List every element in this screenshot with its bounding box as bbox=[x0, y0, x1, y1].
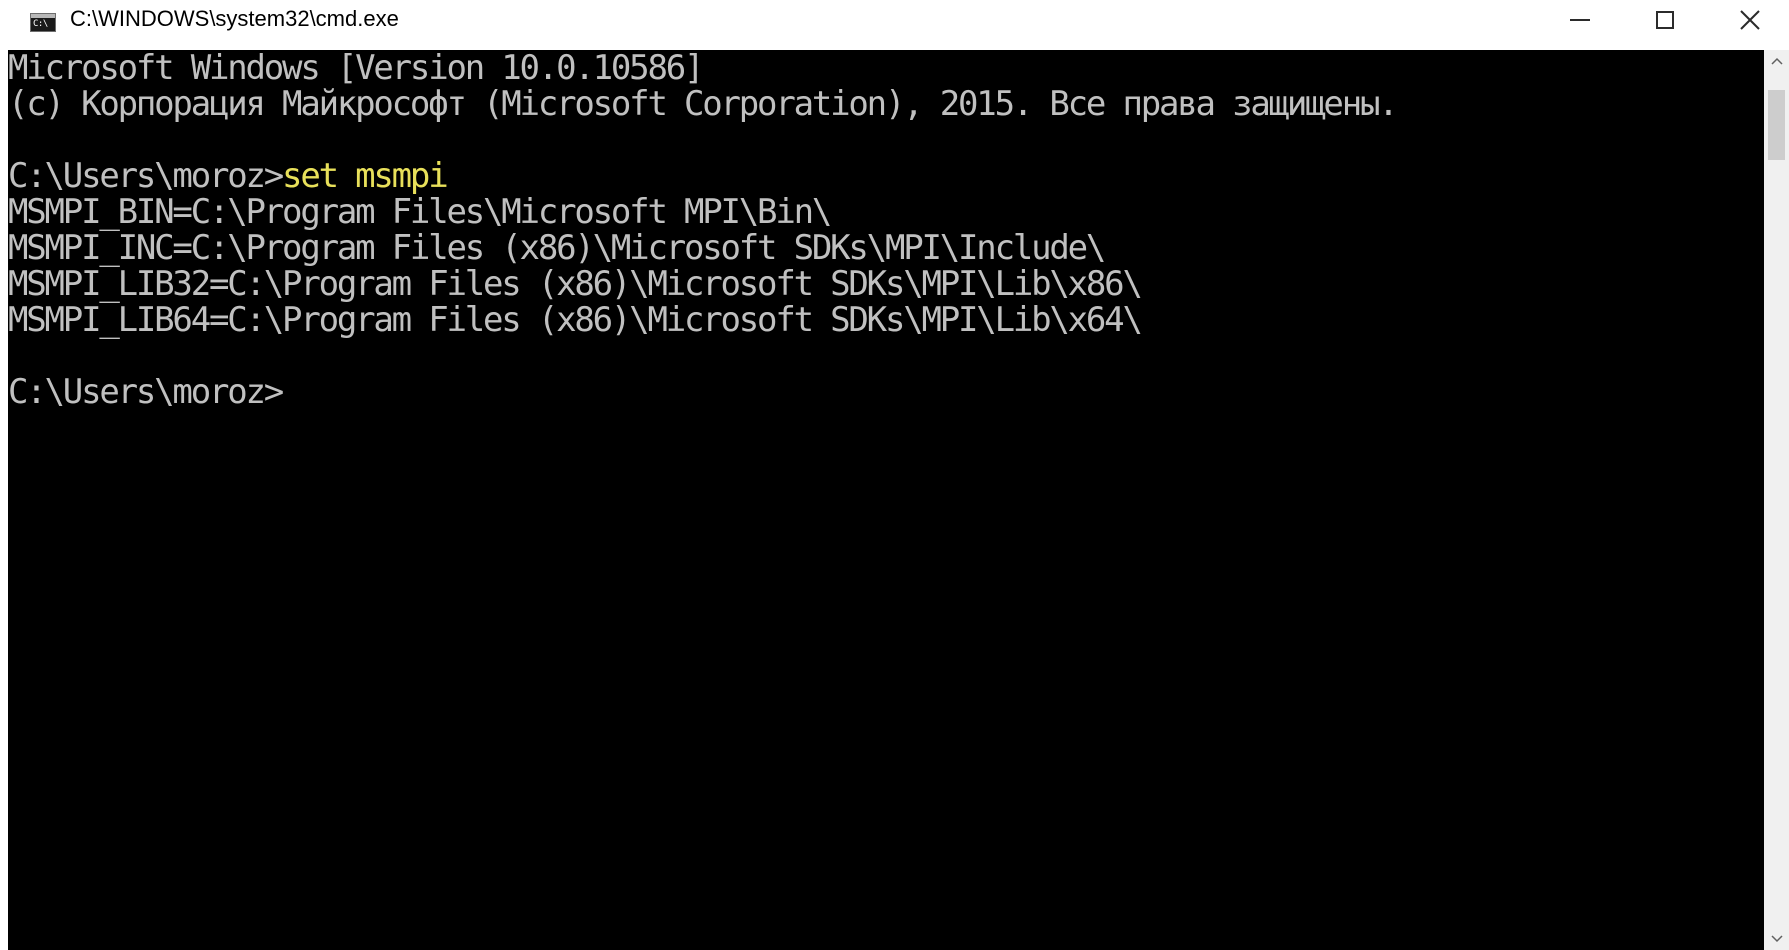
cmd-icon[interactable]: C:\ bbox=[30, 13, 56, 32]
cmd-icon-bar bbox=[31, 14, 55, 18]
output-line-msmpi-lib32: MSMPI_LIB32=C:\Program Files (x86)\Micro… bbox=[8, 264, 1143, 304]
maximize-button[interactable] bbox=[1625, 0, 1705, 40]
scroll-up-button[interactable] bbox=[1764, 50, 1789, 72]
banner-copyright-line: (c) Корпорация Майкрософт (Microsoft Cor… bbox=[8, 84, 1399, 124]
close-button[interactable] bbox=[1710, 0, 1789, 40]
output-line-msmpi-lib64: MSMPI_LIB64=C:\Program Files (x86)\Micro… bbox=[8, 300, 1143, 340]
window-title: C:\WINDOWS\system32\cmd.exe bbox=[70, 6, 399, 31]
cmd-icon-text: C:\ bbox=[33, 19, 48, 29]
close-icon bbox=[1740, 10, 1760, 30]
vertical-scrollbar[interactable] bbox=[1764, 50, 1789, 950]
title-bar[interactable]: C:\ C:\WINDOWS\system32\cmd.exe bbox=[0, 0, 1789, 50]
output-line-msmpi-bin: MSMPI_BIN=C:\Program Files\Microsoft MPI… bbox=[8, 192, 832, 232]
scroll-thumb[interactable] bbox=[1768, 90, 1785, 160]
command-line: C:\Users\moroz>set msmpi bbox=[8, 156, 449, 196]
cmd-window: C:\ C:\WINDOWS\system32\cmd.exe Microsof… bbox=[0, 0, 1789, 950]
banner-version-line: Microsoft Windows [Version 10.0.10586] bbox=[8, 50, 704, 88]
current-prompt[interactable]: C:\Users\moroz> bbox=[8, 374, 284, 410]
chevron-up-icon bbox=[1770, 57, 1783, 65]
minimize-button[interactable] bbox=[1540, 0, 1620, 40]
console-output[interactable]: Microsoft Windows [Version 10.0.10586] (… bbox=[8, 50, 1764, 950]
scroll-down-button[interactable] bbox=[1764, 928, 1789, 950]
typed-command: set msmpi bbox=[282, 156, 449, 196]
chevron-down-icon bbox=[1770, 935, 1783, 943]
maximize-icon bbox=[1656, 11, 1674, 29]
minimize-icon bbox=[1570, 19, 1590, 21]
output-line-msmpi-inc: MSMPI_INC=C:\Program Files (x86)\Microso… bbox=[8, 228, 1106, 268]
prompt: C:\Users\moroz> bbox=[8, 156, 284, 196]
